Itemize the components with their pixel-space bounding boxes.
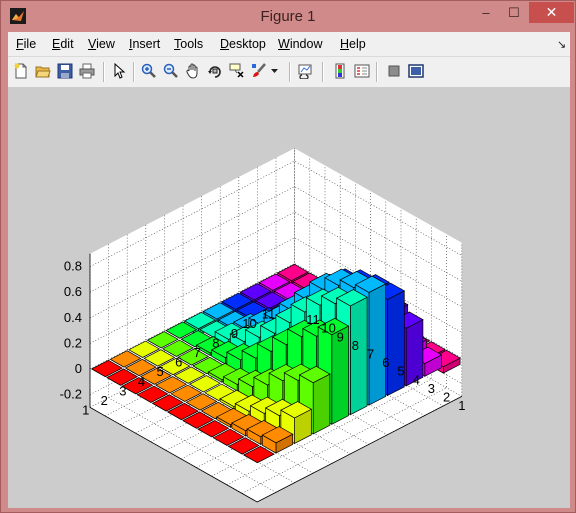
y-tick-label: 5 (397, 364, 404, 379)
x-tick-label: 8 (212, 335, 219, 350)
z-tick-label: 0.6 (64, 284, 82, 299)
bar-side-face (350, 296, 368, 416)
bar-side-face (387, 290, 405, 397)
menu-desktop[interactable]: Desktop (220, 37, 266, 51)
toolbar-separator (133, 62, 135, 82)
pan-hand-icon[interactable] (183, 61, 203, 81)
x-tick-label: 7 (194, 345, 201, 360)
open-file-icon[interactable] (33, 61, 53, 81)
y-tick-label: 6 (382, 355, 389, 370)
zoom-in-icon[interactable] (139, 61, 159, 81)
menu-window[interactable]: Window (278, 37, 322, 51)
menu-view[interactable]: View (88, 37, 115, 51)
minimize-button[interactable]: – (473, 2, 499, 23)
edit-plot-arrow-icon[interactable] (109, 61, 129, 81)
z-tick-label: 0.2 (64, 335, 82, 350)
brush-dropdown-icon[interactable] (270, 61, 280, 81)
menu-insert-rest: nsert (132, 37, 161, 51)
y-tick-label: 7 (367, 347, 374, 362)
menu-bar: File Edit View Insert Tools Desktop Wind… (8, 32, 570, 56)
toolbar-separator (103, 62, 105, 82)
menu-help[interactable]: Help (340, 37, 366, 51)
y-tick-label: 8 (352, 338, 359, 353)
y-tick-label: 10 (321, 321, 335, 336)
menu-window-rest: indow (289, 37, 323, 51)
bar3-plot[interactable]: -0.200.20.40.60.81234567891011 1110987654… (8, 87, 570, 508)
new-figure-icon[interactable] (11, 61, 31, 81)
figure-toolbar (8, 56, 570, 88)
x-tick-label: 2 (101, 393, 108, 408)
y-tick-label: 3 (428, 381, 435, 396)
z-tick-label: 0 (75, 361, 82, 376)
toolbar-separator (289, 62, 291, 82)
menu-edit[interactable]: Edit (52, 37, 74, 51)
x-tick-label: 11 (262, 307, 276, 322)
x-tick-label: 4 (138, 374, 145, 389)
close-button[interactable]: ✕ (529, 2, 574, 23)
show-plot-tools-icon[interactable] (406, 61, 426, 81)
insert-colorbar-icon[interactable] (330, 61, 350, 81)
menu-help-rest: elp (349, 37, 366, 51)
brush-icon[interactable] (249, 61, 269, 81)
y-tick-label: 2 (443, 390, 450, 405)
y-tick-label: 9 (337, 329, 344, 344)
menu-tools-rest: ools (180, 37, 204, 51)
rotate-3d-icon[interactable] (205, 61, 225, 81)
menu-file-rest: ile (23, 37, 37, 51)
title-bar[interactable]: Figure 1 – ☐ ✕ (1, 1, 575, 31)
menu-edit-rest: dit (60, 37, 74, 51)
menu-desktop-rest: esktop (229, 37, 266, 51)
print-icon[interactable] (77, 61, 97, 81)
menu-file[interactable]: File (16, 37, 36, 51)
data-cursor-icon[interactable] (227, 61, 247, 81)
z-tick-label: 0.4 (64, 310, 82, 325)
toolbar-separator (322, 62, 324, 82)
menu-view-rest: iew (96, 37, 115, 51)
hide-plot-tools-icon[interactable] (384, 61, 404, 81)
bar-side-face (312, 373, 331, 435)
save-icon[interactable] (55, 61, 75, 81)
maximize-button[interactable]: ☐ (501, 2, 527, 23)
y-tick-label: 1 (458, 398, 465, 413)
link-plot-icon[interactable] (296, 61, 316, 81)
figure-canvas[interactable]: -0.2 0 0.2 0.4 0.6 0.8 1 2 3 4 5 6 7 8 9 10 11 11 10 9 8 7 6 5 4… (8, 87, 570, 508)
z-tick-label: -0.2 (60, 387, 82, 402)
x-tick-label: 3 (119, 383, 126, 398)
x-tick-label: 9 (231, 326, 238, 341)
x-tick-label: 6 (175, 355, 182, 370)
z-tick-label: 0.8 (64, 259, 82, 274)
insert-legend-icon[interactable] (352, 61, 372, 81)
x-tick-label: 1 (82, 403, 89, 418)
y-tick-label: 11 (306, 312, 320, 327)
x-tick-label: 5 (156, 364, 163, 379)
bar-side-face (368, 283, 387, 406)
menu-insert[interactable]: Insert (129, 37, 160, 51)
figure-window: Figure 1 – ☐ ✕ File Edit View Insert Too… (0, 0, 576, 513)
x-tick-label: 10 (242, 316, 256, 331)
y-tick-label: 4 (413, 372, 420, 387)
dock-figure-icon[interactable]: ↘ (557, 38, 566, 51)
menu-tools[interactable]: Tools (174, 37, 203, 51)
zoom-out-icon[interactable] (161, 61, 181, 81)
toolbar-separator (376, 62, 378, 82)
